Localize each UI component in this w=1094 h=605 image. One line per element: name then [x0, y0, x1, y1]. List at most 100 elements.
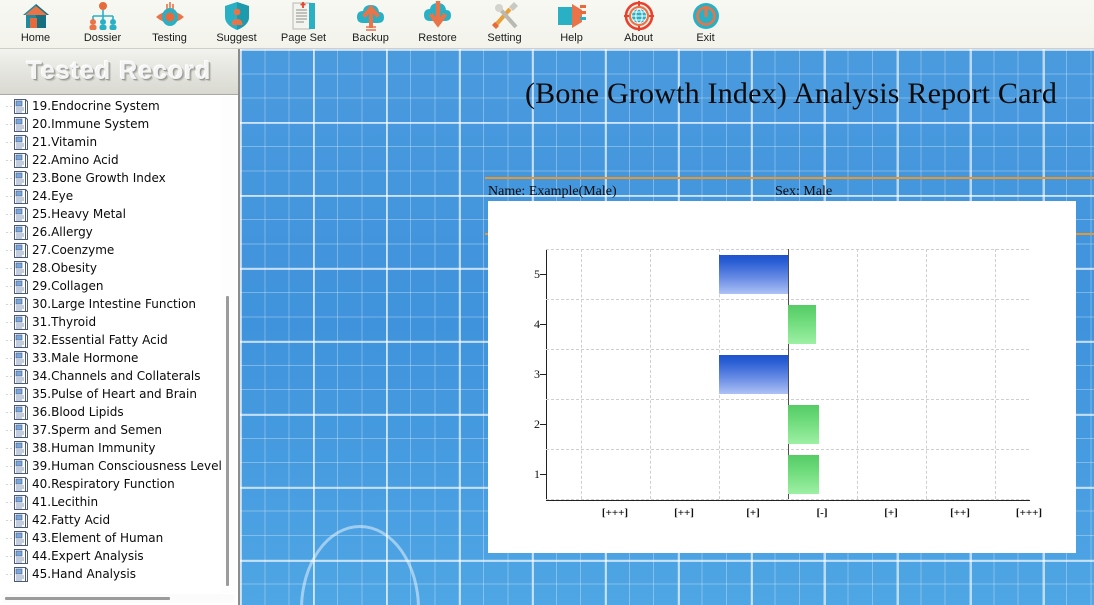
tree-connector-icon: ·· [5, 442, 14, 453]
chart-bar [718, 254, 788, 294]
tree-item[interactable]: ·· 34.Channels and Collaterals [2, 367, 212, 385]
tools-wrench-screwdriver-icon [489, 1, 521, 31]
document-icon [14, 188, 28, 204]
chart-y-tick-label: 2 [534, 417, 540, 431]
chart-y-tick-label: 1 [534, 467, 540, 481]
tree-item[interactable]: ·· 43.Element of Human [2, 529, 212, 547]
chart-y-tick [540, 424, 546, 425]
tree-item-label: 44.Expert Analysis [32, 549, 144, 563]
tree-item[interactable]: ·· 29.Collagen [2, 277, 212, 295]
tree-connector-icon: ·· [5, 172, 14, 183]
tree-item[interactable]: ·· 21.Vitamin [2, 133, 212, 151]
tree-connector-icon: ·· [5, 568, 14, 579]
document-icon [14, 98, 28, 114]
tree-item[interactable]: ·· 41.Lecithin [2, 493, 212, 511]
tree-item[interactable]: ·· 33.Male Hormone [2, 349, 212, 367]
chart-bar [787, 454, 819, 494]
tree-item-label: 40.Respiratory Function [32, 477, 175, 491]
tree-item[interactable]: ·· 20.Immune System [2, 115, 212, 133]
sidebar-vertical-scroll-thumb[interactable] [226, 296, 229, 586]
document-icon [14, 458, 28, 474]
tree-connector-icon: ·· [5, 190, 14, 201]
document-icon [14, 170, 28, 186]
document-icon [14, 350, 28, 366]
tree-connector-icon: ·· [5, 280, 14, 291]
tree-item[interactable]: ·· 26.Allergy [2, 223, 212, 241]
tree-connector-icon: ·· [5, 154, 14, 165]
document-icon [14, 548, 28, 564]
tree-item-label: 19.Endocrine System [32, 99, 160, 113]
tree-item-label: 29.Collagen [32, 279, 104, 293]
tree-connector-icon: ·· [5, 136, 14, 147]
chart-x-tick-label: [+++] [601, 507, 629, 519]
tested-record-sidebar: Tested Record ·· 19.Endocrine System ·· 20.… [0, 49, 240, 605]
chart-x-tick-label: [++] [950, 507, 970, 519]
sidebar-horizontal-scroll-thumb[interactable] [5, 597, 170, 600]
tree-item-label: 26.Allergy [32, 225, 93, 239]
document-icon [14, 512, 28, 528]
eye-testing-icon [154, 1, 186, 31]
toolbar-button-restore[interactable]: Restore [404, 0, 471, 48]
chart-gridline-vertical [994, 249, 996, 499]
tree-connector-icon: ·· [5, 550, 14, 561]
tree-item-label: 34.Channels and Collaterals [32, 369, 201, 383]
chart-bar [787, 404, 819, 444]
background-watermark-shape [300, 525, 420, 605]
toolbar-button-about[interactable]: About [605, 0, 672, 48]
sidebar-vertical-scrollbar[interactable] [221, 96, 236, 593]
tree-item[interactable]: ·· 32.Essential Fatty Acid [2, 331, 212, 349]
megaphone-help-icon [556, 1, 588, 31]
tree-item-label: 45.Hand Analysis [32, 567, 136, 581]
tree-item[interactable]: ·· 28.Obesity [2, 259, 212, 277]
diverging-bar-chart: 1 2 3 4 5 [+++] [++] [+] [-] [+] [++] [+++] [488, 201, 1076, 553]
tree-item[interactable]: ·· 22.Amino Acid [2, 151, 212, 169]
toolbar-button-home[interactable]: Home [2, 0, 69, 48]
tree-item[interactable]: ·· 42.Fatty Acid [2, 511, 212, 529]
chart-x-tick-label: [-] [816, 507, 828, 519]
chart-gridline-vertical [925, 249, 927, 499]
toolbar-button-page-set[interactable]: Page Set [270, 0, 337, 48]
document-icon [14, 260, 28, 276]
tree-item[interactable]: ·· 45.Hand Analysis [2, 565, 212, 583]
tree-item[interactable]: ·· 38.Human Immunity [2, 439, 212, 457]
toolbar-button-testing[interactable]: Testing [136, 0, 203, 48]
document-icon [14, 152, 28, 168]
tree-connector-icon: ·· [5, 478, 14, 489]
tested-record-tree[interactable]: ·· 19.Endocrine System ·· 20.Immune System ·… [2, 96, 235, 593]
document-icon [14, 116, 28, 132]
toolbar-button-setting[interactable]: Setting [471, 0, 538, 48]
tree-item[interactable]: ·· 27.Coenzyme [2, 241, 212, 259]
tree-item[interactable]: ·· 39.Human Consciousness Level [2, 457, 222, 475]
tree-item[interactable]: ·· 25.Heavy Metal [2, 205, 212, 223]
document-icon [14, 206, 28, 222]
document-page-icon [288, 1, 320, 31]
tree-connector-icon: ·· [5, 370, 14, 381]
sidebar-horizontal-scrollbar[interactable] [2, 594, 235, 603]
tree-item[interactable]: ·· 35.Pulse of Heart and Brain [2, 385, 212, 403]
toolbar-button-backup[interactable]: Backup [337, 0, 404, 48]
tree-item[interactable]: ·· 36.Blood Lipids [2, 403, 212, 421]
tree-item[interactable]: ·· 37.Sperm and Semen [2, 421, 212, 439]
chart-y-axis [546, 249, 547, 501]
dossier-people-icon [87, 1, 119, 31]
tree-connector-icon: ·· [5, 388, 14, 399]
tree-item[interactable]: ·· 23.Bone Growth Index [2, 169, 212, 187]
toolbar-button-dossier[interactable]: Dossier [69, 0, 136, 48]
tree-item-label: 28.Obesity [32, 261, 97, 275]
tree-item[interactable]: ·· 24.Eye [2, 187, 212, 205]
tree-item[interactable]: ·· 31.Thyroid [2, 313, 212, 331]
toolbar-label: About [624, 32, 653, 44]
tree-connector-icon: ·· [5, 406, 14, 417]
toolbar-button-help[interactable]: Help [538, 0, 605, 48]
tree-item[interactable]: ·· 30.Large Intestine Function [2, 295, 212, 313]
tree-item[interactable]: ·· 19.Endocrine System [2, 97, 212, 115]
tree-item-label: 21.Vitamin [32, 135, 98, 149]
shield-person-icon [221, 1, 253, 31]
toolbar-button-exit[interactable]: Exit [672, 0, 739, 48]
patient-name: Name: Example(Male) [488, 184, 617, 199]
toolbar-button-suggest[interactable]: Suggest [203, 0, 270, 48]
toolbar-label: Backup [352, 32, 389, 44]
tree-item[interactable]: ·· 40.Respiratory Function [2, 475, 212, 493]
report-title: (Bone Growth Index) Analysis Report Card [524, 77, 1058, 110]
tree-item[interactable]: ·· 44.Expert Analysis [2, 547, 212, 565]
